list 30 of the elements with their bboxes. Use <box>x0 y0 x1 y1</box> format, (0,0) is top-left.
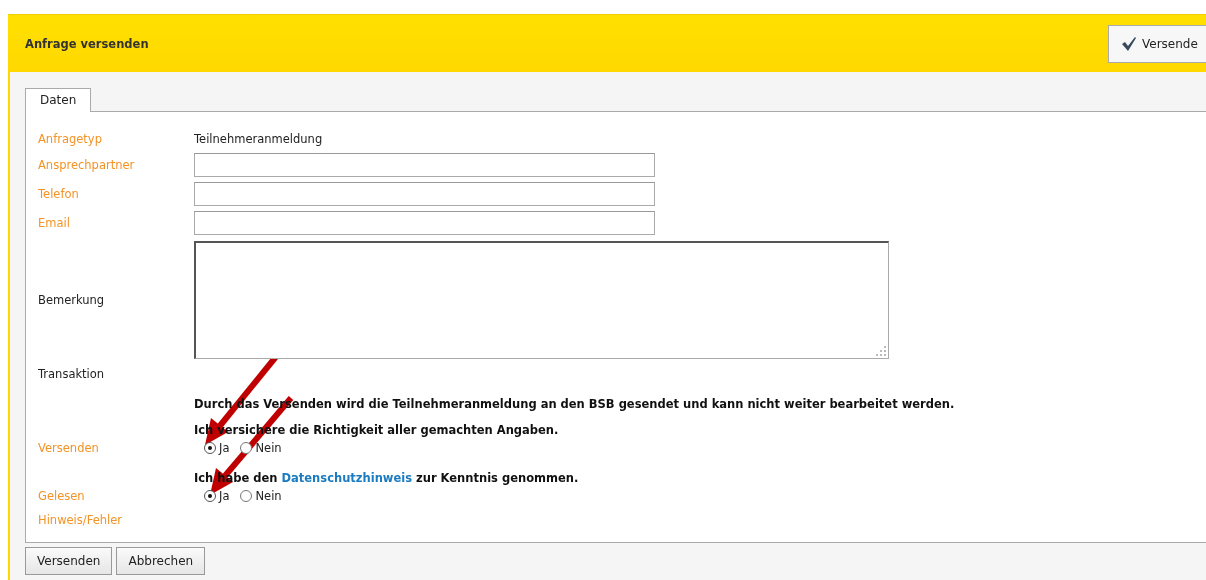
field-value: Teilnehmeranmeldung <box>194 132 323 146</box>
form-button[interactable]: Versenden <box>25 547 113 575</box>
field-label: Versenden <box>38 441 99 455</box>
radio-button[interactable] <box>240 442 253 454</box>
tab[interactable]: Daten <box>25 88 92 112</box>
radio-label: Nein <box>255 489 282 503</box>
field-label: Hinweis/Fehler <box>38 513 123 527</box>
field-label: Anfragetyp <box>38 132 102 146</box>
radio-button[interactable] <box>204 442 216 454</box>
input-field[interactable] <box>194 152 655 177</box>
field-label: Bemerkung <box>38 293 105 307</box>
input-field[interactable] <box>194 181 655 206</box>
field-label: Email <box>38 215 70 230</box>
textarea-field[interactable] <box>194 241 889 359</box>
field-label: Gelesen <box>38 489 85 503</box>
radio-button[interactable] <box>240 490 253 502</box>
field-label: Transaktion <box>38 367 105 381</box>
page-title: Anfrage versenden <box>25 36 149 51</box>
form-button[interactable]: Abbrechen <box>116 547 206 575</box>
radio-label: Nein <box>255 441 282 455</box>
field-label: Telefon <box>38 186 79 201</box>
resize-grip-icon <box>876 346 886 356</box>
radio-label: Ja <box>219 441 230 455</box>
radio-button[interactable] <box>204 490 216 502</box>
privacy-link[interactable]: Datenschutzhinweis <box>281 471 413 485</box>
radio-label: Ja <box>219 489 230 503</box>
input-field[interactable] <box>194 210 655 235</box>
send-button[interactable]: Versende <box>1108 24 1206 63</box>
field-label: Ansprechpartner <box>38 157 135 172</box>
checkmark-icon <box>1121 35 1137 52</box>
